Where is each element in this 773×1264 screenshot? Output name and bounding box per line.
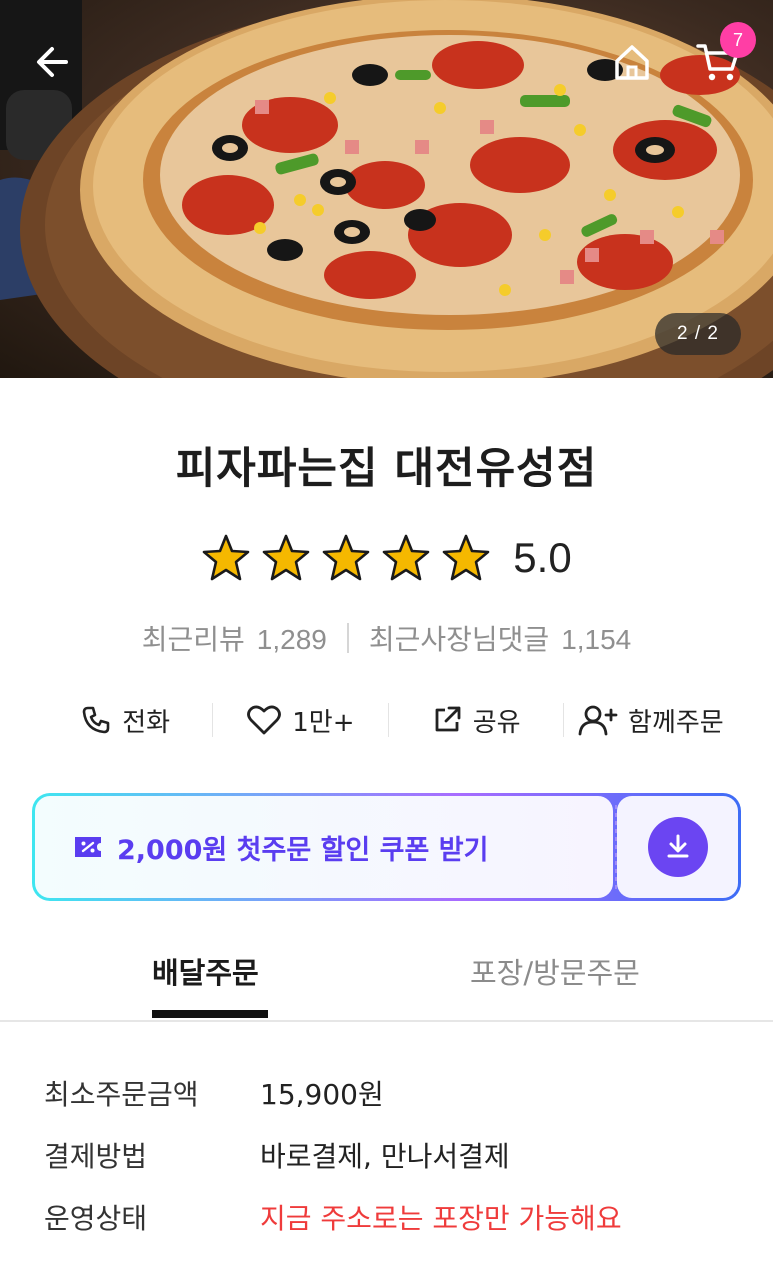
back-button[interactable] [26,36,78,88]
owner-replies-link[interactable]: 최근사장님댓글 1,154 [369,618,631,658]
coupon-text: 2,000원 첫주문 할인 쿠폰 받기 [117,834,489,866]
store-actions: 전화 1만+ 공유 함께주문 [38,692,738,748]
rating-value: 5.0 [513,534,572,581]
share-button[interactable]: 공유 [389,702,563,739]
tab-pickup[interactable]: 포장/방문주문 [470,950,640,992]
recent-reviews-label: 최근리뷰 [141,623,245,656]
info-row-status: 운영상태 지금 주소로는 포장만 가능해요 [44,1186,744,1248]
owner-replies-label: 최근사장님댓글 [368,623,550,656]
order-type-tabs: 배달주문 포장/방문주문 [0,942,773,1022]
star-icon [382,534,430,581]
phone-icon [82,706,110,734]
status-value: 지금 주소로는 포장만 가능해요 [260,1202,622,1235]
cart-count-badge: 7 [720,22,756,58]
download-icon [667,834,688,858]
store-hero-image: 7 2 / 2 [0,0,773,378]
home-button[interactable] [606,36,658,88]
owner-replies-count: 1,154 [561,624,632,655]
payment-label: 결제방법 [44,1140,148,1173]
download-circle [647,817,708,877]
review-counts: 최근리뷰 1,289 최근사장님댓글 1,154 [0,618,773,658]
recent-reviews-link[interactable]: 최근리뷰 1,289 [142,618,327,658]
min-order-value: 15,900원 [260,1078,384,1111]
call-label: 전화 [122,707,171,738]
rating-stars [201,533,491,583]
group-order-button[interactable]: 함께주문 [564,702,738,739]
group-order-label: 함께주문 [628,707,724,738]
min-order-label: 최소주문금액 [44,1078,199,1111]
payment-value: 바로결제, 만나서결제 [260,1140,510,1173]
rating-row: 5.0 [0,528,773,588]
call-button[interactable]: 전화 [38,702,212,739]
share-label: 공유 [472,707,521,738]
favorite-count: 1만+ [292,707,355,738]
tab-delivery[interactable]: 배달주문 [152,950,259,992]
divider [346,623,349,653]
star-icon [202,534,250,581]
arrow-left-icon [37,47,68,77]
coupon-download-button[interactable] [617,796,738,898]
home-icon [615,45,649,80]
status-label: 운영상태 [44,1202,148,1235]
favorite-button[interactable]: 1만+ [213,702,387,739]
star-icon [262,534,310,581]
add-user-icon [578,705,618,736]
recent-reviews-count: 1,289 [256,624,327,655]
share-icon [435,706,461,732]
coupon-icon [75,837,101,857]
star-icon [322,534,370,581]
active-tab-indicator [152,1010,268,1018]
image-pager: 2 / 2 [655,313,741,355]
info-row-payment: 결제방법 바로결제, 만나서결제 [44,1124,744,1186]
star-icon [442,534,490,581]
store-name: 피자파는집 대전유성점 [175,444,598,494]
store-info-list: 최소주문금액 15,900원 결제방법 바로결제, 만나서결제 운영상태 지금 … [44,1062,744,1248]
info-row-min-order: 최소주문금액 15,900원 [44,1062,744,1124]
heart-icon [247,705,282,735]
coupon-banner[interactable]: 2,000원 첫주문 할인 쿠폰 받기 [35,796,613,898]
